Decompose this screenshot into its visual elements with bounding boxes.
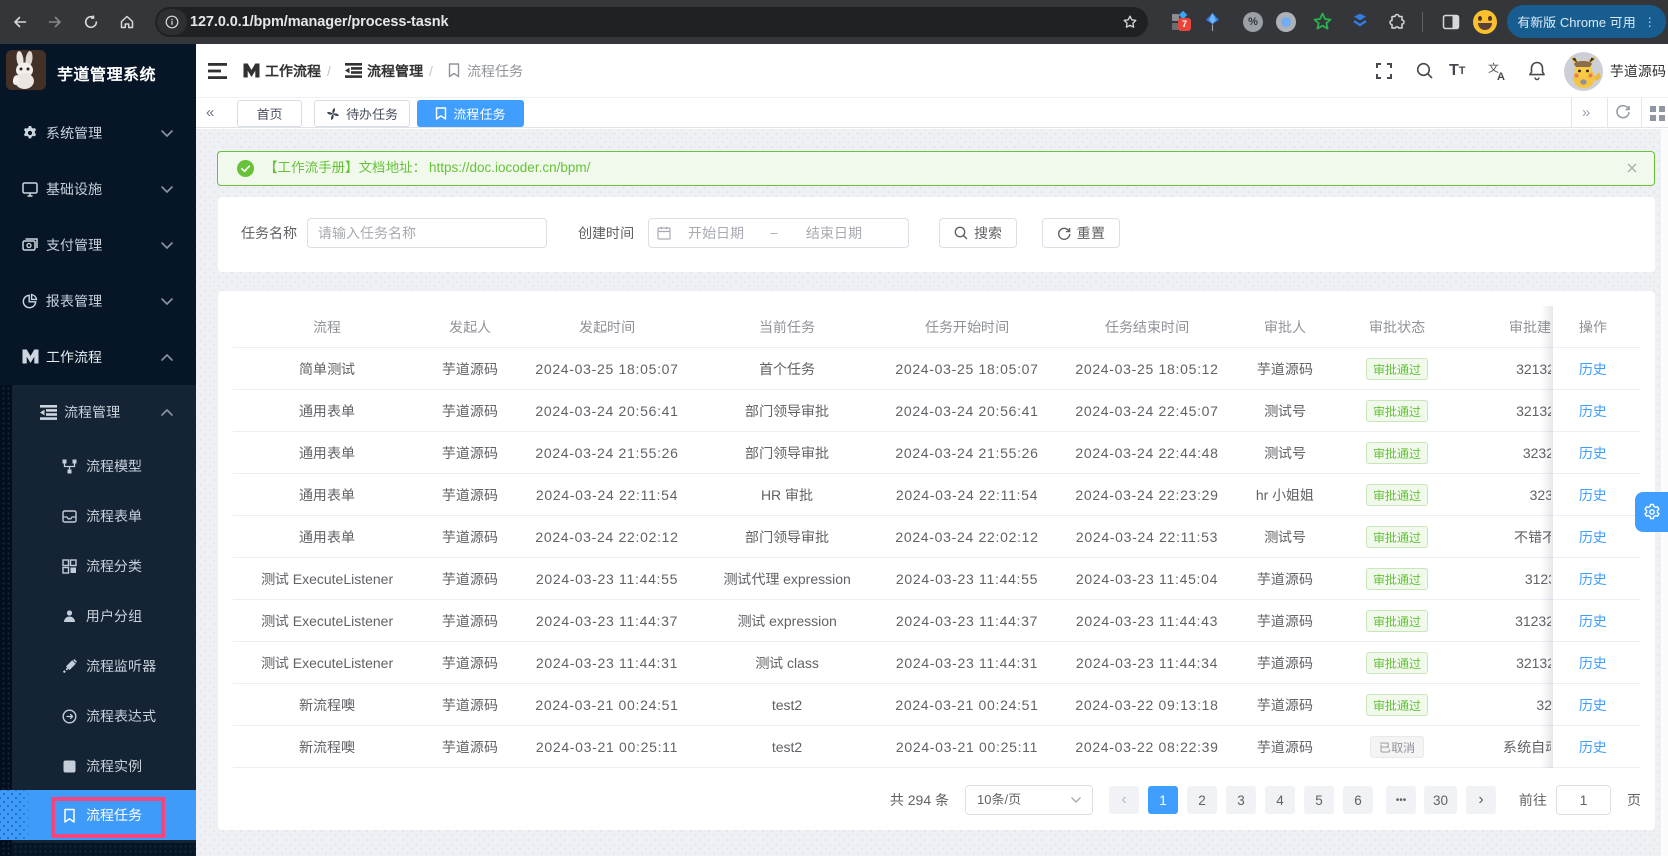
- svg-text:A: A: [1497, 71, 1505, 81]
